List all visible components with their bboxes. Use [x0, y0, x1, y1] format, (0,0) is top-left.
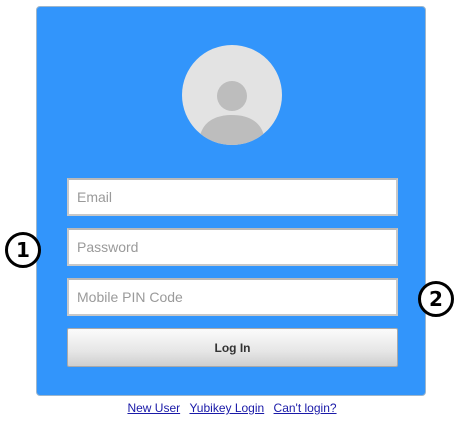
- footer-links: New User Yubikey Login Can't login?: [0, 401, 464, 415]
- avatar-user-silhouette-icon: [182, 45, 282, 145]
- mobile-pin-field[interactable]: [67, 278, 398, 316]
- yubikey-login-link[interactable]: Yubikey Login: [189, 401, 264, 415]
- annotation-marker-2: 2: [418, 281, 454, 317]
- cant-login-link[interactable]: Can't login?: [274, 401, 337, 415]
- login-page: Log In New User Yubikey Login Can't logi…: [0, 0, 469, 429]
- user-silhouette-icon: [199, 81, 265, 145]
- password-field[interactable]: [67, 228, 398, 266]
- email-field[interactable]: [67, 178, 398, 216]
- login-button[interactable]: Log In: [67, 328, 398, 367]
- login-card: Log In: [36, 6, 426, 396]
- new-user-link[interactable]: New User: [127, 401, 180, 415]
- annotation-marker-1: 1: [5, 232, 41, 268]
